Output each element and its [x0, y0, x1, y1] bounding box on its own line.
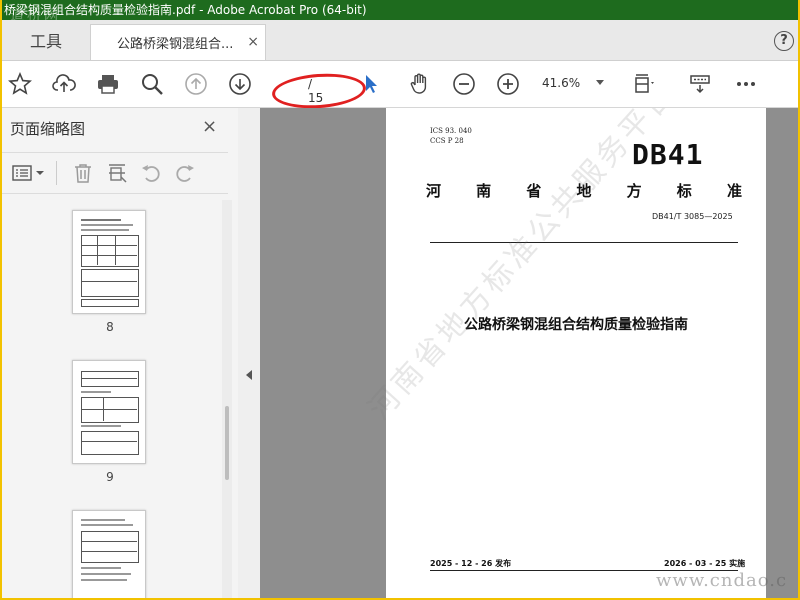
- help-icon[interactable]: ?: [774, 31, 794, 51]
- toolbar: [2, 61, 798, 108]
- tab-bar: 工具 公路桥梁钢混组合... × ?: [2, 20, 798, 61]
- site-url-watermark: www.cndao.c: [656, 570, 788, 591]
- heading-char: 南: [476, 182, 492, 200]
- ccs-line: CCS P 28: [430, 137, 464, 145]
- keyboard-tool-icon[interactable]: [688, 72, 712, 96]
- rotate-left-icon[interactable]: [140, 162, 162, 184]
- search-zoom-icon[interactable]: [140, 72, 164, 96]
- tab-document[interactable]: 公路桥梁钢混组合... ×: [90, 24, 266, 60]
- printer-icon[interactable]: [96, 72, 120, 96]
- previous-page-icon[interactable]: [184, 72, 208, 96]
- publish-date: 2025 - 12 - 26 发布: [430, 559, 512, 568]
- divider: [430, 242, 738, 243]
- app-window: 桥梁钢混组合结构质量检验指南.pdf - Adobe Acrobat Pro (…: [2, 0, 798, 598]
- implement-date: 2026 - 03 - 25 实施: [664, 559, 746, 568]
- tab-document-label: 公路桥梁钢混组合...: [117, 37, 234, 52]
- zoom-level-value: 41.6%: [542, 76, 581, 90]
- thumbnail-scrollbar-thumb[interactable]: [225, 406, 229, 480]
- page-thumbnail[interactable]: [72, 360, 146, 464]
- zoom-out-icon[interactable]: [452, 72, 476, 96]
- next-page-icon[interactable]: [228, 72, 252, 96]
- ics-code: ICS 93. 040 CCS P 28: [430, 126, 472, 146]
- thumbnail-page-number: 8: [106, 320, 114, 334]
- thumbnail-page-number: 9: [106, 470, 114, 484]
- heading-char: 河: [426, 182, 442, 200]
- heading-char: 方: [626, 182, 642, 200]
- thumbnail-scrollbar[interactable]: [222, 200, 232, 598]
- rotate-right-icon[interactable]: [174, 162, 196, 184]
- extract-page-icon[interactable]: [106, 162, 128, 184]
- document-page: ICS 93. 040 CCS P 28 DB41 河 南 省 地 方 标 准 …: [362, 108, 766, 598]
- page-thumbnail[interactable]: [72, 210, 146, 314]
- thumbnail-list: 8 9: [2, 200, 222, 598]
- standard-number: DB41/T 3085—2025: [652, 212, 733, 221]
- tab-tools-label: 工具: [29, 32, 62, 51]
- trash-icon[interactable]: [72, 162, 94, 184]
- more-options-icon[interactable]: [734, 72, 758, 96]
- chevron-down-icon[interactable]: [596, 80, 604, 85]
- document-viewport[interactable]: ICS 93. 040 CCS P 28 DB41 河 南 省 地 方 标 准 …: [260, 108, 798, 598]
- panel-title: 页面缩略图: [10, 120, 86, 138]
- page-thumbnail[interactable]: [72, 510, 146, 598]
- heading-char: 准: [726, 182, 742, 200]
- tab-tools[interactable]: 工具: [2, 20, 90, 60]
- hand-tool-icon[interactable]: [408, 72, 432, 96]
- page-fit-icon[interactable]: [632, 72, 656, 96]
- close-icon[interactable]: ×: [247, 34, 259, 50]
- collapse-arrow-icon[interactable]: [246, 370, 252, 380]
- heading-char: 标: [676, 182, 692, 200]
- thumbnail-panel: 页面缩略图 × 8 9: [2, 108, 239, 598]
- thumbnail-options-icon[interactable]: [12, 163, 48, 183]
- zoom-level-dropdown[interactable]: 41.6%: [542, 76, 580, 90]
- star-icon[interactable]: [8, 71, 32, 96]
- cloud-upload-icon[interactable]: [52, 72, 76, 96]
- panel-toolbar: [2, 152, 228, 194]
- ics-line: ICS 93. 040: [430, 127, 472, 135]
- window-title-bar: 桥梁钢混组合结构质量检验指南.pdf - Adobe Acrobat Pro (…: [2, 0, 798, 24]
- panel-collapse-bar[interactable]: [238, 108, 260, 598]
- divider: [56, 161, 57, 185]
- zoom-in-icon[interactable]: [496, 72, 520, 96]
- close-panel-icon[interactable]: ×: [202, 116, 217, 137]
